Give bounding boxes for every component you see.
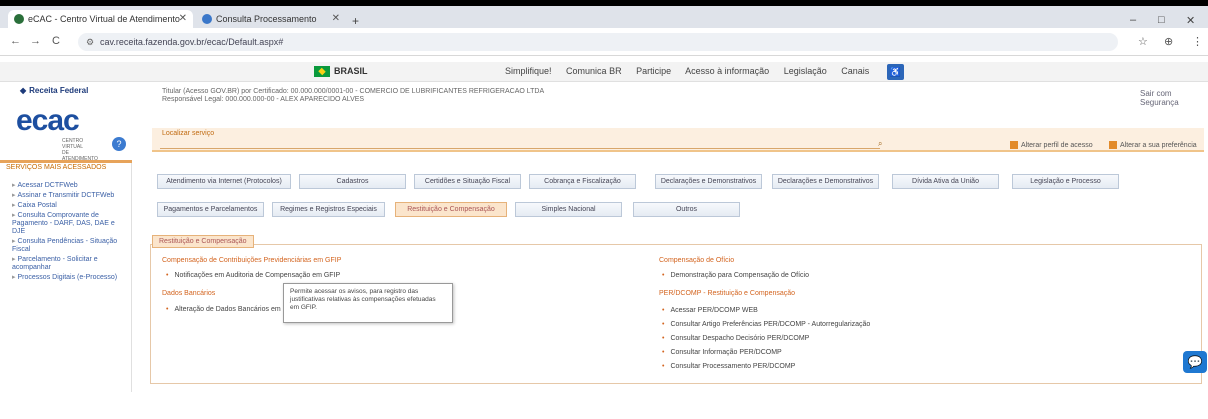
menu-tab-declaracoes[interactable]: Declarações e Demonstrativos [655,174,762,189]
menu-tab-simples[interactable]: Simples Nacional [515,202,622,217]
menu-tab-divida-ativa[interactable]: Dívida Ativa da União [892,174,999,189]
section-heading-dados-bancarios: Dados Bancários [162,290,216,297]
forward-button[interactable]: → [30,35,41,47]
link-despacho-decisorio[interactable]: Consultar Despacho Decisório PER/DCOMP [662,335,809,342]
change-profile-link[interactable]: Alterar perfil de acesso [1010,141,1093,149]
link-informacao-perdcomp[interactable]: Consultar Informação PER/DCOMP [662,349,781,356]
sidebar-item-parcelamento[interactable]: Parcelamento - Solicitar e acompanhar [12,256,128,272]
profile-icon[interactable]: ⊕ [1164,35,1173,48]
change-profile-label: Alterar perfil de acesso [1021,141,1093,149]
section-heading-oficio: Compensação de Ofício [659,257,735,264]
sidebar-item-eprocesso[interactable]: Processos Digitais (e-Processo) [12,274,128,282]
new-tab-button[interactable]: + [352,14,359,28]
sidebar-item-assinar-dctfweb[interactable]: Assinar e Transmitir DCTFWeb [12,192,128,200]
gov-link-canais[interactable]: Canais [841,66,869,76]
sidebar-item-dctfweb[interactable]: Acessar DCTFWeb [12,182,128,190]
preferences-label: Alterar a sua preferência [1120,141,1197,149]
site-info-icon[interactable]: ⚙ [86,33,94,51]
link-alteracao-dados-bancarios[interactable]: Alteração de Dados Bancários em GFIP [166,306,299,313]
brasil-link[interactable]: BRASIL [334,66,368,76]
gov-favicon-icon [202,14,212,24]
receita-federal-logo: Receita Federal [20,86,88,95]
address-bar[interactable]: ⚙ cav.receita.fazenda.gov.br/ecac/Defaul… [78,33,1118,51]
browser-tab-title: eCAC - Centro Virtual de Atendimento [28,14,180,24]
menu-tab-regimes[interactable]: Regimes e Registros Especiais [272,202,385,217]
menu-tab-pagamentos[interactable]: Pagamentos e Parcelamentos [157,202,264,217]
brazil-flag-icon [314,66,330,77]
profile-icon [1010,141,1018,149]
browser-tab-title: Consulta Processamento [216,14,317,24]
link-perdcomp-web[interactable]: Acessar PER/DCOMP WEB [662,307,757,314]
menu-tab-certidoes[interactable]: Certidões e Situação Fiscal [414,174,521,189]
menu-tab-cobranca[interactable]: Cobrança e Fiscalização [529,174,636,189]
gov-accessibility-icon[interactable]: ♿ [887,64,904,80]
tooltip: Permite acessar os avisos, para registro… [283,283,453,323]
close-tab-icon[interactable]: ✕ [179,10,187,28]
sidebar-title: SERVIÇOS MAIS ACESSADOS [6,164,107,171]
ecac-logo[interactable]: ecac CENTRO VIRTUAL DE ATENDIMENTO [16,104,98,162]
preferences-icon [1109,141,1117,149]
section-heading-gfip: Compensação de Contribuições Previdenciá… [162,257,342,264]
help-icon[interactable]: ? [112,137,126,151]
sidebar: SERVIÇOS MAIS ACESSADOS Acessar DCTFWeb … [0,160,132,392]
link-demonstracao-oficio[interactable]: Demonstração para Compensação de Ofício [662,272,809,279]
sidebar-item-comprovante[interactable]: Consulta Comprovante de Pagamento - DARF… [12,212,128,236]
gov-link-acesso[interactable]: Acesso à informação [685,66,769,76]
menu-tab-atendimento[interactable]: Atendimento via Internet (Protocolos) [157,174,291,189]
link-processamento-perdcomp[interactable]: Consultar Processamento PER/DCOMP [662,363,795,370]
sidebar-item-caixa-postal[interactable]: Caixa Postal [12,202,128,210]
gov-link-participe[interactable]: Participe [636,66,671,76]
close-tab-icon[interactable]: ✕ [332,10,340,28]
user-info-line1: Titular (Acesso GOV.BR) por Certificado:… [162,88,545,95]
gov-link-legislacao[interactable]: Legislação [784,66,827,76]
ecac-favicon-icon [14,14,24,24]
service-search-bar: Localizar serviço ⌕ Alterar perfil de ac… [152,128,1204,152]
menu-tab-declaracoes-2[interactable]: Declarações e Demonstrativos [772,174,879,189]
content-tab-restituicao[interactable]: Restituição e Compensação [152,235,254,248]
menu-tab-legislacao[interactable]: Legislação e Processo [1012,174,1119,189]
sidebar-item-pendencias[interactable]: Consulta Pendências - Situação Fiscal [12,238,128,254]
logout-link[interactable]: Sair com Segurança [1140,89,1208,107]
minimize-button[interactable]: – [1130,14,1136,26]
gov-link-comunica[interactable]: Comunica BR [566,66,622,76]
preferences-link[interactable]: Alterar a sua preferência [1109,141,1197,149]
chat-icon[interactable]: 💬 [1183,351,1207,373]
user-info: Titular (Acesso GOV.BR) por Certificado:… [162,88,544,104]
ecac-logo-text: ecac [16,104,80,137]
link-perdcomp-autorregularizacao[interactable]: Consultar Artigo Preferências PER/DCOMP … [662,321,870,328]
browser-menu-icon[interactable]: ⋮ [1192,35,1203,48]
back-button[interactable]: ← [10,35,21,47]
browser-navbar: ← → C ⚙ cav.receita.fazenda.gov.br/ecac/… [0,28,1208,56]
menu-tab-restituicao[interactable]: Restituição e Compensação [395,202,507,217]
link-notificacoes-gfip[interactable]: Notificações em Auditoria de Compensação… [166,272,340,279]
sidebar-accent [0,160,132,163]
menu-tab-cadastros[interactable]: Cadastros [299,174,406,189]
browser-tab-consulta[interactable]: Consulta Processamento ✕ [196,10,346,28]
gov-bar: BRASIL Simplifique! Comunica BR Particip… [0,62,1208,82]
service-search-label: Localizar serviço [162,130,215,137]
browser-tabstrip: eCAC - Centro Virtual de Atendimento ✕ C… [0,6,1208,28]
search-icon[interactable]: ⌕ [878,139,882,149]
browser-tab-ecac[interactable]: eCAC - Centro Virtual de Atendimento ✕ [8,10,193,28]
close-window-button[interactable]: ✕ [1186,14,1195,27]
reload-button[interactable]: C [52,35,60,47]
url-text: cav.receita.fazenda.gov.br/ecac/Default.… [100,37,284,47]
gov-link-simplifique[interactable]: Simplifique! [505,66,552,76]
service-search-input[interactable] [160,140,880,149]
bookmark-icon[interactable]: ☆ [1138,35,1148,48]
maximize-button[interactable]: □ [1158,14,1165,26]
ecac-logo-subtitle: CENTRO VIRTUAL DE ATENDIMENTO [62,138,98,162]
menu-tab-outros[interactable]: Outros [633,202,740,217]
user-info-line2: Responsável Legal: 000.000.000-00 - ALEX… [162,96,365,103]
gov-links: Simplifique! Comunica BR Participe Acess… [505,66,881,76]
section-heading-perdcomp: PER/DCOMP - Restituição e Compensação [659,290,796,297]
